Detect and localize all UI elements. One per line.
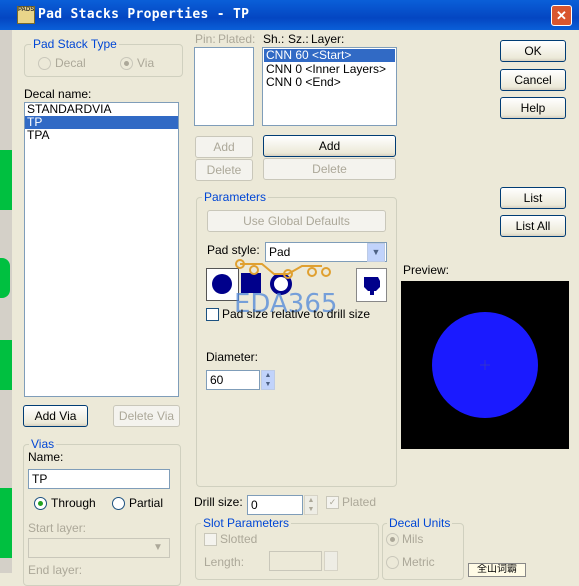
metric-radio[interactable] (386, 556, 399, 569)
cancel-button[interactable]: Cancel (500, 69, 566, 91)
decal-list[interactable]: STANDARDVIA TP TPA (24, 102, 179, 397)
thermal-pad-shape-button[interactable] (356, 268, 387, 302)
preview-label: Preview: (403, 263, 450, 277)
layer-header: Layer: (311, 32, 345, 46)
background-green-shape (0, 150, 12, 210)
via-radio-label: Via (137, 56, 155, 70)
decal-name-label: Decal name: (24, 87, 92, 101)
slot-parameters-label: Slot Parameters (201, 516, 292, 530)
pin-delete-button[interactable]: Delete (195, 159, 253, 181)
background-green-shape (0, 488, 12, 558)
pad-preview (401, 281, 569, 449)
spinner-up-icon: ▲ (307, 497, 315, 504)
window-title: Pad Stacks Properties - TP (38, 7, 250, 22)
plated-label: Plated (342, 495, 377, 509)
layer-add-button[interactable]: Add (263, 135, 396, 157)
help-button[interactable]: Help (500, 97, 566, 119)
pin-add-button[interactable]: Add (195, 136, 253, 158)
partial-radio-label: Partial (129, 496, 164, 510)
dictionary-popup: 全山词霸 (468, 563, 526, 577)
spinner-down-icon: ▼ (307, 506, 315, 513)
layer-list-item[interactable]: CNN 0 <End> (264, 76, 395, 89)
pin-list[interactable] (194, 47, 254, 126)
drill-size-input[interactable]: 0 (247, 495, 303, 515)
drill-size-spinner[interactable]: ▲ ▼ (304, 495, 318, 515)
layer-list[interactable]: CNN 60 <Start> CNN 0 <Inner Layers> CNN … (262, 47, 397, 126)
decal-radio-label: Decal (55, 56, 86, 70)
list-button[interactable]: List (500, 187, 566, 209)
end-layer-label: End layer: (28, 563, 83, 577)
shape-header: Sh.: (263, 32, 285, 46)
chevron-down-icon[interactable]: ▼ (367, 243, 385, 262)
chevron-down-icon: ▼ (153, 542, 163, 553)
via-name-label: Name: (28, 450, 64, 464)
size-header: Sz.: (288, 32, 309, 46)
via-name-input[interactable]: TP (28, 469, 170, 489)
length-label: Length: (204, 555, 245, 569)
relative-to-drill-label: Pad size relative to drill size (222, 307, 371, 321)
metric-label: Metric (402, 555, 435, 569)
drill-size-label: Drill size: (194, 495, 243, 509)
through-radio[interactable] (34, 497, 47, 510)
spinner-up-icon: ▲ (264, 372, 272, 379)
relative-to-drill-checkbox[interactable] (206, 308, 219, 321)
decal-radio[interactable] (38, 57, 51, 70)
spinner-down-icon: ▼ (264, 381, 272, 388)
plated-checkbox[interactable]: ✓ (326, 496, 339, 509)
mils-label: Mils (402, 532, 424, 546)
layer-list-item-selected[interactable]: CNN 60 <Start> (264, 49, 395, 62)
length-input[interactable] (269, 551, 322, 571)
use-global-defaults-button[interactable]: Use Global Defaults (207, 210, 386, 232)
vias-group-label: Vias (29, 437, 57, 451)
start-layer-select[interactable] (28, 538, 170, 558)
ok-button[interactable]: OK (500, 40, 566, 62)
pad-stack-type-label: Pad Stack Type (31, 37, 119, 51)
decal-units-label: Decal Units (387, 516, 453, 530)
list-all-button[interactable]: List All (500, 215, 566, 237)
length-spinner[interactable] (324, 551, 338, 571)
round-pad-icon (212, 274, 232, 294)
diameter-label: Diameter: (206, 350, 259, 364)
decal-list-item[interactable]: TPA (25, 129, 178, 142)
thermal-pad-icon (364, 277, 380, 295)
pad-preview-canvas (432, 312, 538, 418)
parameters-group-label: Parameters (202, 190, 269, 204)
diameter-spinner[interactable]: ▲ ▼ (261, 370, 275, 390)
background-green-shape (0, 258, 10, 298)
through-radio-label: Through (51, 496, 96, 510)
plated-header: Plated: (218, 32, 256, 46)
slotted-checkbox[interactable] (204, 533, 217, 546)
layer-delete-button[interactable]: Delete (263, 158, 396, 180)
pad-style-label: Pad style: (207, 243, 260, 257)
via-radio[interactable] (120, 57, 133, 70)
start-layer-label: Start layer: (28, 521, 87, 535)
diameter-input[interactable]: 60 (206, 370, 260, 390)
decal-list-item[interactable]: STANDARDVIA (25, 103, 178, 116)
add-via-button[interactable]: Add Via (23, 405, 88, 427)
app-icon: PADS (17, 6, 35, 24)
background-green-shape (0, 340, 12, 390)
slotted-label: Slotted (220, 532, 258, 546)
parameters-group (196, 197, 397, 487)
close-button[interactable]: ✕ (551, 5, 572, 26)
mils-radio[interactable] (386, 533, 399, 546)
delete-via-button[interactable]: Delete Via (113, 405, 180, 427)
partial-radio[interactable] (112, 497, 125, 510)
pin-header: Pin: (195, 32, 216, 46)
